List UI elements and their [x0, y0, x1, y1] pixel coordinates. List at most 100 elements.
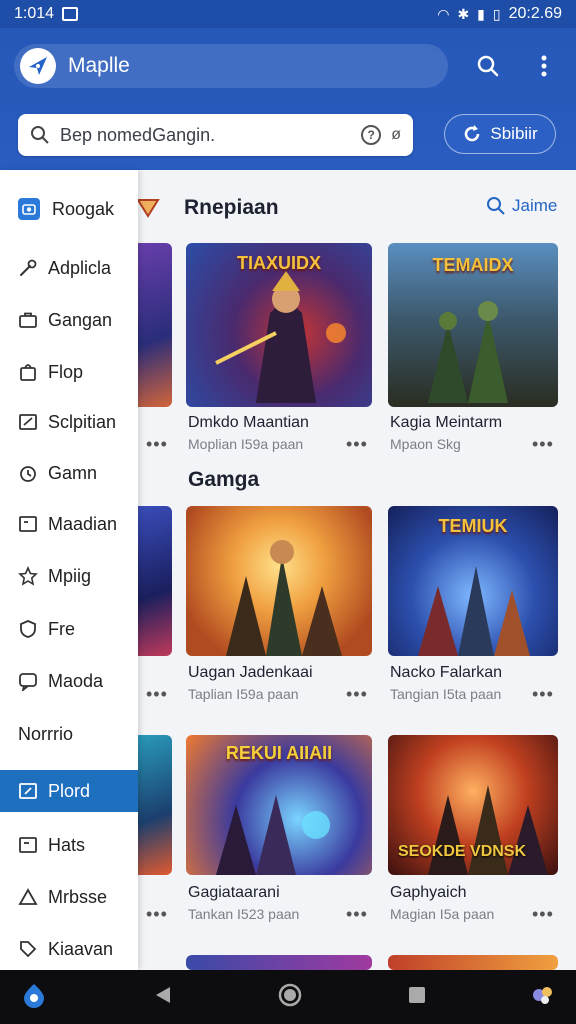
app-title-bar: Maplle — [14, 44, 448, 88]
card-title[interactable]: Uagan Jadenkaai — [188, 664, 313, 682]
card-title[interactable]: Gaphyaich — [390, 884, 467, 902]
section-link-label: Jaime — [512, 196, 558, 215]
briefcase-icon — [18, 310, 38, 330]
submit-button[interactable]: Sbibiir — [444, 114, 556, 154]
clock-icon — [18, 463, 38, 483]
drawer-item-gangan[interactable]: Gangan — [0, 299, 138, 341]
system-nav-bar — [0, 970, 576, 1024]
card-title[interactable]: Nacko Falarkan — [390, 664, 502, 682]
card-art-title: TIAXUIDX — [236, 253, 321, 273]
star-icon — [18, 566, 38, 586]
drawer-header[interactable]: Roogak — [18, 198, 114, 220]
image-icon — [18, 835, 38, 855]
more-icon[interactable]: ••• — [532, 904, 554, 925]
card-thumbnail[interactable]: TEMAIDX — [388, 243, 558, 407]
tag-icon — [18, 939, 38, 959]
more-icon[interactable]: ••• — [146, 434, 168, 455]
drawer-item-plord[interactable]: Plord — [0, 770, 138, 812]
search-icon[interactable] — [470, 48, 506, 84]
drawer-item-maoda[interactable]: Maoda — [0, 660, 138, 702]
camera-icon — [18, 198, 40, 220]
drawer-item-label: Flop — [48, 361, 84, 382]
search-input[interactable]: Bep nomedGangin. — [60, 125, 361, 146]
home-icon[interactable] — [277, 982, 303, 1013]
clear-icon[interactable]: ø — [391, 126, 401, 144]
more-icon[interactable]: ••• — [346, 684, 368, 705]
app-bar: Maplle Bep nomedGangin. ? ø Sbibiir — [0, 28, 576, 170]
more-icon[interactable]: ••• — [346, 904, 368, 925]
drawer-item-norrrio[interactable]: Norrrio — [0, 713, 138, 755]
card-subtitle: Moplian I59a paan — [188, 436, 304, 452]
media-box-icon — [18, 514, 38, 534]
card-title[interactable]: Dmkdo Maantian — [188, 414, 309, 432]
card-thumbnail[interactable]: TIAXUIDX — [186, 243, 372, 407]
drawer-item-label: Norrrio — [18, 723, 74, 744]
section-search-link[interactable]: Jaime — [486, 196, 557, 216]
card-art-title: SEOKDE VDNSK — [398, 843, 527, 860]
bluetooth-icon: ✱ — [457, 6, 470, 22]
recents-icon[interactable] — [407, 985, 427, 1010]
section-title-recommended: Rnepiaan — [184, 196, 279, 219]
drawer-item-adplicla[interactable]: Adplicla — [0, 247, 138, 289]
drawer-item-label: Maadian — [48, 513, 118, 534]
drawer-item-mrbsse[interactable]: Mrbsse — [0, 876, 138, 918]
search-field[interactable]: Bep nomedGangin. ? ø — [18, 114, 413, 156]
hero-art — [226, 540, 342, 656]
drawer-item-label: Gangan — [48, 309, 113, 330]
badge-icon — [136, 199, 160, 218]
drawer-item-hats[interactable]: Hats — [0, 824, 138, 866]
drawer-item-maadian[interactable]: Maadian — [0, 503, 138, 545]
drawer-item-sclpitian[interactable]: Sclpitian — [0, 401, 138, 443]
status-time: 1:014 — [14, 5, 55, 22]
more-icon[interactable]: ••• — [146, 904, 168, 925]
drawer-item-kiaavan[interactable]: Kiaavan — [0, 928, 138, 970]
card-subtitle: Taplian I59a paan — [188, 686, 299, 702]
more-icon[interactable]: ••• — [532, 684, 554, 705]
card-thumbnail[interactable]: TEMIUK — [388, 506, 558, 656]
wifi-icon: ◠ — [437, 6, 450, 22]
navigation-drawer: Roogak Adplicla Gangan Flop Sclpitian Ga… — [0, 170, 138, 970]
drawer-item-fre[interactable]: Fre — [0, 608, 138, 650]
link-search-icon — [487, 197, 505, 215]
card-thumbnail[interactable]: REKUI AIIAII — [186, 735, 372, 875]
drawer-item-gamn[interactable]: Gamn — [0, 452, 138, 494]
more-vert-icon[interactable] — [526, 48, 562, 84]
drawer-item-label: Fre — [48, 618, 75, 639]
notification-icon — [62, 7, 79, 21]
more-icon[interactable]: ••• — [532, 434, 554, 455]
drawer-item-label: Mrbsse — [48, 886, 108, 907]
drawer-item-label: Gamn — [48, 462, 98, 483]
more-icon[interactable]: ••• — [146, 684, 168, 705]
card-thumbnail[interactable] — [186, 955, 372, 970]
drawer-item-mpiig[interactable]: Mpiig — [0, 555, 138, 597]
more-icon[interactable]: ••• — [346, 434, 368, 455]
drawer-item-flop[interactable]: Flop — [0, 351, 138, 393]
battery-icon: ▯ — [492, 6, 501, 22]
card-thumbnail[interactable]: SEOKDE VDNSK — [388, 735, 558, 875]
card-title[interactable]: Kagia Meintarm — [390, 414, 502, 432]
drawer-item-label: Maoda — [48, 670, 104, 691]
assistant-icon[interactable] — [20, 981, 48, 1014]
app-switcher-icon[interactable] — [530, 982, 556, 1013]
back-icon[interactable] — [152, 984, 174, 1011]
drawer-item-label: Sclpitian — [48, 411, 117, 432]
card-thumbnail[interactable] — [186, 506, 372, 656]
help-icon[interactable]: ? — [361, 125, 382, 145]
drawer-item-label: Plord — [48, 780, 91, 801]
wrench-icon — [18, 258, 38, 278]
card-thumbnail[interactable] — [388, 955, 558, 970]
drawer-item-label: Adplicla — [48, 257, 112, 278]
drawer-header-label: Roogak — [52, 198, 115, 219]
card-title[interactable]: Gagiataarani — [188, 884, 280, 902]
note-icon — [18, 781, 38, 801]
shield-icon — [18, 619, 38, 639]
status-clock: 20:2.69 — [508, 5, 562, 22]
card-subtitle: Tangian I5ta paan — [390, 686, 502, 702]
app-logo-icon[interactable] — [20, 48, 56, 84]
section-title-games: Gamga — [188, 468, 260, 491]
card-subtitle: Mpaon Skg — [390, 436, 461, 452]
card-art-title: TEMIUK — [438, 516, 508, 536]
card-art-title: REKUI AIIAII — [225, 743, 333, 763]
submit-label: Sbibiir — [490, 124, 538, 143]
drawer-item-label: Kiaavan — [48, 938, 114, 959]
